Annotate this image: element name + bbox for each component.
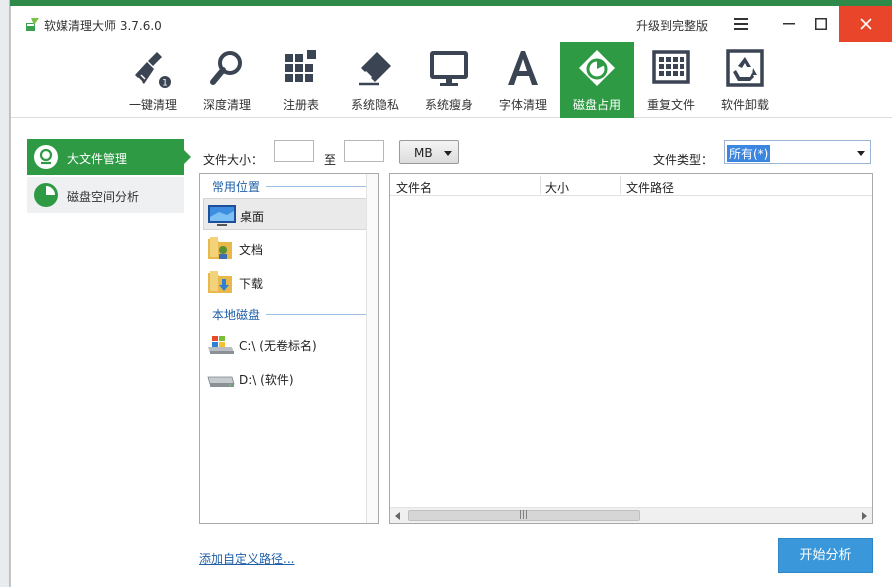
tool-label: 磁盘占用 — [572, 98, 621, 112]
column-header-path[interactable]: 文件路径 — [626, 179, 674, 196]
scroll-right-icon[interactable] — [862, 512, 867, 520]
font-a-icon — [508, 51, 538, 85]
maximize-button[interactable] — [801, 6, 841, 42]
file-type-label: 文件类型： — [653, 153, 714, 167]
location-label: 桌面 — [240, 210, 265, 224]
tool-label: 注册表 — [282, 98, 319, 112]
tool-system-privacy[interactable]: 系统隐私 — [338, 42, 412, 118]
downloads-folder-icon — [208, 271, 232, 293]
scrollbar-thumb[interactable]: ||| — [408, 510, 640, 521]
column-header-size[interactable]: 大小 — [545, 179, 569, 196]
hard-drive-icon — [207, 376, 235, 387]
horizontal-scrollbar[interactable]: ||| — [390, 507, 872, 523]
disk-usage-icon — [579, 50, 615, 86]
main-toolbar: 1 一键清理 深度清理 注册表 系统隐私 系统瘦身 字体清理 磁盘占用 重复文件… — [11, 42, 892, 118]
section-divider — [266, 314, 366, 315]
tool-disk-usage[interactable]: 磁盘占用 — [560, 42, 634, 118]
location-item-desktop[interactable]: 桌面 — [203, 198, 367, 230]
add-custom-path-link[interactable]: 添加自定义路径... — [199, 550, 294, 567]
tool-label: 系统瘦身 — [424, 98, 473, 112]
desktop-icon — [208, 205, 236, 226]
location-panel: 常用位置 桌面 文档 下载 本地磁盘 C:\ (无卷标名) D:\ (软件) — [199, 173, 379, 524]
location-label: D:\ (软件) — [239, 373, 294, 387]
file-list-table: 文件名 大小 文件路径 ||| — [389, 173, 873, 524]
location-label: 下载 — [239, 277, 264, 291]
location-item-drive-d[interactable]: D:\ (软件) — [203, 362, 367, 394]
min-size-input[interactable] — [274, 140, 314, 162]
window-title: 软媒清理大师 3.7.6.0 — [44, 19, 162, 33]
title-bar: 软媒清理大师 3.7.6.0 升级到完整版 — [11, 6, 892, 42]
column-divider[interactable] — [620, 176, 621, 194]
sidebar-item-label: 磁盘空间分析 — [67, 190, 140, 204]
table-header: 文件名 大小 文件路径 — [390, 174, 872, 196]
tool-label: 字体清理 — [498, 98, 547, 112]
local-disks-title: 本地磁盘 — [212, 308, 261, 322]
column-header-filename[interactable]: 文件名 — [396, 179, 432, 196]
pie-chart-icon — [34, 183, 58, 207]
size-unit-select[interactable]: MB — [399, 140, 459, 164]
background-window-edge — [0, 0, 10, 587]
svg-text:1: 1 — [162, 79, 168, 89]
tool-software-uninstall[interactable]: 软件卸载 — [708, 42, 782, 118]
system-drive-icon — [208, 336, 234, 354]
broom-icon: 1 — [135, 52, 171, 89]
documents-folder-icon — [208, 237, 232, 259]
app-logo-icon — [26, 18, 39, 31]
file-size-label: 文件大小： — [203, 153, 264, 167]
tool-label: 一键清理 — [128, 98, 177, 112]
scroll-grip-icon: ||| — [519, 510, 529, 520]
location-label: 文档 — [239, 243, 264, 257]
tool-label: 深度清理 — [202, 98, 251, 112]
magnifier-icon — [210, 51, 242, 85]
close-button[interactable] — [839, 6, 892, 42]
tool-one-click-clean[interactable]: 1 一键清理 — [116, 42, 190, 118]
chevron-down-icon — [857, 151, 865, 156]
sidebar-item-label: 大文件管理 — [67, 152, 128, 166]
minimize-icon — [783, 23, 795, 25]
location-item-drive-c[interactable]: C:\ (无卷标名) — [203, 328, 367, 360]
duplicate-grid-icon — [652, 50, 690, 84]
location-scrollbar[interactable] — [366, 174, 378, 523]
tool-label: 重复文件 — [646, 98, 695, 112]
monitor-icon — [430, 51, 468, 86]
tool-label: 软件卸载 — [720, 98, 769, 112]
close-icon — [860, 18, 872, 30]
tool-deep-clean[interactable]: 深度清理 — [190, 42, 264, 118]
tool-registry[interactable]: 注册表 — [264, 42, 338, 118]
to-label: 至 — [324, 153, 337, 167]
file-type-value: 所有(*) — [727, 145, 771, 162]
max-size-input[interactable] — [344, 140, 384, 162]
location-item-downloads[interactable]: 下载 — [203, 266, 367, 298]
upgrade-link[interactable]: 升级到完整版 — [636, 17, 708, 34]
registry-blocks-icon — [285, 50, 316, 82]
location-label: C:\ (无卷标名) — [239, 339, 317, 353]
tool-system-slim[interactable]: 系统瘦身 — [412, 42, 486, 118]
sidebar-item-large-file-manager[interactable]: 大文件管理 — [27, 139, 191, 175]
left-sidebar: 大文件管理 磁盘空间分析 — [11, 119, 191, 587]
size-unit-value: MB — [414, 146, 433, 160]
start-analysis-button[interactable]: 开始分析 — [778, 538, 873, 573]
large-file-icon — [34, 145, 58, 169]
location-item-documents[interactable]: 文档 — [203, 232, 367, 264]
hamburger-icon — [734, 18, 748, 30]
maximize-icon — [815, 18, 827, 30]
tool-font-clean[interactable]: 字体清理 — [486, 42, 560, 118]
scroll-left-icon[interactable] — [395, 512, 400, 520]
sidebar-item-disk-space-analysis[interactable]: 磁盘空间分析 — [27, 177, 184, 213]
tool-duplicate-files[interactable]: 重复文件 — [634, 42, 708, 118]
common-locations-title: 常用位置 — [212, 180, 261, 194]
section-divider — [266, 186, 366, 187]
menu-button[interactable] — [721, 6, 761, 42]
tool-label: 系统隐私 — [350, 98, 399, 112]
recycle-icon — [726, 49, 764, 87]
column-divider[interactable] — [540, 176, 541, 194]
app-window: 软媒清理大师 3.7.6.0 升级到完整版 1 一键清理 深度清理 注册表 系统… — [10, 6, 892, 587]
privacy-eraser-icon — [359, 52, 391, 86]
chevron-down-icon — [444, 151, 452, 156]
file-type-select[interactable]: 所有(*) — [724, 140, 871, 164]
